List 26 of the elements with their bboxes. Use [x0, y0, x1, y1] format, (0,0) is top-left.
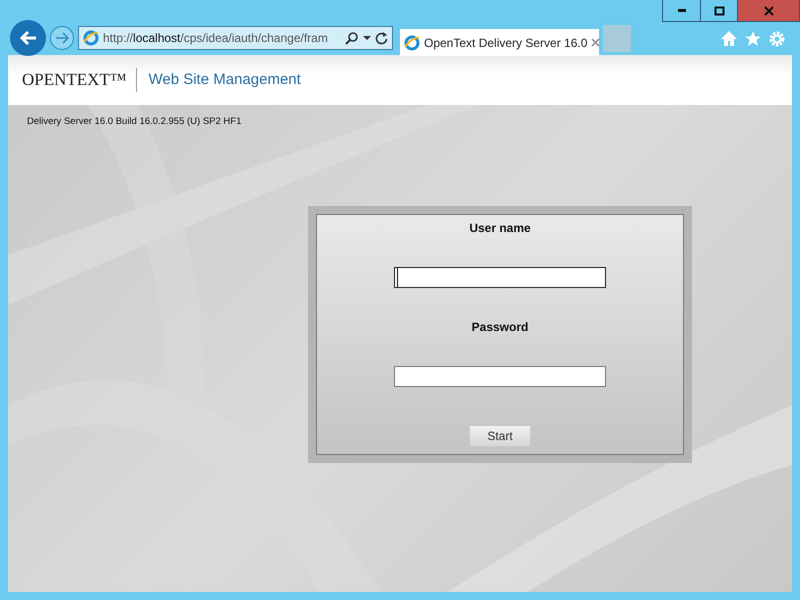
refresh-icon[interactable]: [375, 32, 388, 44]
close-tab-icon[interactable]: [591, 38, 600, 47]
back-button[interactable]: [10, 20, 46, 56]
back-arrow-icon: [19, 30, 37, 46]
field-label: User name: [469, 220, 531, 237]
address-bar[interactable]: http://localhost/cps/idea/iauth/change/fram: [78, 26, 393, 50]
star-icon[interactable]: [744, 30, 762, 47]
app-title: Web Site Management: [147, 70, 301, 90]
version-text: Delivery Server 16.0 Build 16.0.2.955 (U) SP2 HF1: [26, 115, 242, 129]
browser-logo-icon: [83, 30, 99, 46]
forward-arrow-icon: [55, 32, 69, 44]
close-button[interactable]: [737, 0, 799, 21]
minimize-icon: [678, 9, 686, 12]
dropdown-caret-icon[interactable]: [363, 35, 371, 41]
browser-tab[interactable]: OpenText Delivery Server 16.0: [400, 29, 599, 56]
url-text: http://localhost/cps/idea/iauth/change/fram: [103, 30, 329, 47]
forward-button[interactable]: [50, 26, 74, 50]
browser-logo-icon: [404, 34, 420, 50]
maximize-icon: [714, 6, 724, 16]
search-icon[interactable]: [345, 31, 359, 45]
close-icon: [764, 6, 774, 16]
input-field[interactable]: [394, 267, 606, 288]
field-label: Password: [472, 319, 528, 336]
start-button[interactable]: Start: [469, 425, 531, 447]
company-logo: OPENTEXT™: [22, 68, 138, 92]
input-field[interactable]: [394, 366, 606, 387]
